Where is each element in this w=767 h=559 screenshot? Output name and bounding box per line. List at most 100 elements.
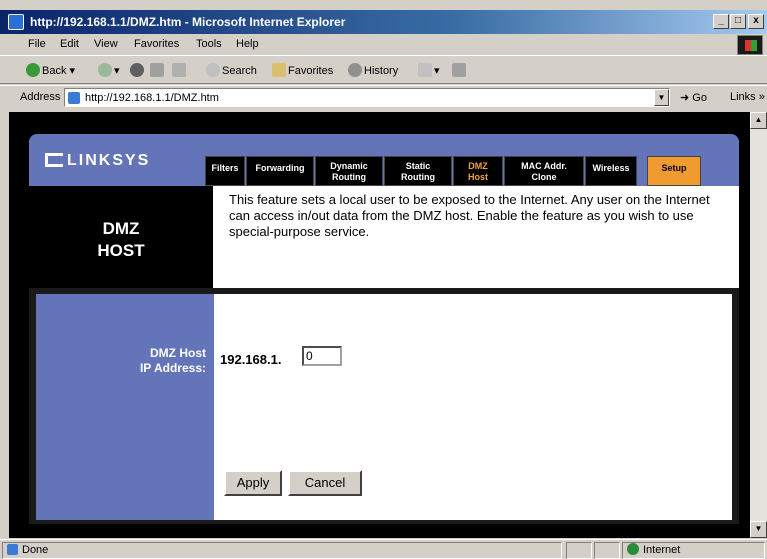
history-button[interactable]: History (348, 63, 398, 77)
favorites-label: Favorites (288, 65, 334, 77)
favorites-icon (272, 63, 286, 77)
history-icon (348, 63, 362, 77)
status-text-pane: Done (2, 542, 562, 559)
go-label: Go (692, 92, 707, 104)
tab-setup[interactable]: Setup (647, 156, 701, 186)
tab-static-routing-line1: Static (405, 161, 431, 171)
print-button[interactable] (452, 63, 468, 77)
address-label: Address (20, 91, 61, 103)
links-button[interactable]: Links » (730, 91, 765, 103)
tab-filters-label: Filters (211, 163, 239, 173)
address-dropdown-icon[interactable]: ▼ (654, 89, 669, 106)
tab-dynamic-routing[interactable]: Dynamic Routing (315, 156, 383, 186)
dmz-ip-label: DMZ Host IP Address: (140, 346, 206, 376)
home-button[interactable] (172, 63, 188, 77)
tab-forwarding-label: Forwarding (255, 163, 305, 173)
close-button[interactable]: x (748, 14, 764, 29)
status-pane-blank-1 (566, 542, 592, 559)
scroll-down-icon[interactable]: ▼ (750, 521, 767, 538)
page-viewport: LINKSYS Filters Forwarding Dynamic Routin… (9, 112, 750, 538)
windows-logo-icon (737, 35, 763, 55)
vertical-scrollbar[interactable]: ▲ ▼ (750, 112, 767, 538)
apply-button[interactable]: Apply (224, 470, 282, 496)
internet-globe-icon (627, 543, 639, 555)
menu-tools[interactable]: Tools (196, 38, 222, 50)
go-button[interactable]: ➜ Go (680, 91, 707, 104)
tab-static-routing[interactable]: Static Routing (384, 156, 452, 186)
section-title: DMZ HOST (29, 218, 213, 262)
minimize-button[interactable]: _ (713, 14, 729, 29)
label-column: DMZ Host IP Address: (36, 294, 214, 520)
address-url: http://192.168.1.1/DMZ.htm (85, 92, 219, 104)
mail-button[interactable]: ▾ (418, 63, 440, 77)
address-bar: Address http://192.168.1.1/DMZ.htm ▼ ➜ G… (0, 85, 767, 109)
search-label: Search (222, 65, 257, 77)
stop-button[interactable] (130, 63, 146, 77)
linksys-logo: LINKSYS (45, 152, 150, 170)
section-title-line2: HOST (97, 241, 145, 260)
search-icon (206, 63, 220, 77)
menu-help[interactable]: Help (236, 38, 259, 50)
menu-view[interactable]: View (94, 38, 118, 50)
tab-forwarding[interactable]: Forwarding (246, 156, 314, 186)
description-text: This feature sets a local user to be exp… (229, 192, 710, 239)
tab-dynamic-routing-line1: Dynamic (330, 161, 368, 171)
logo-mark-icon (45, 153, 63, 167)
search-button[interactable]: Search (206, 63, 257, 77)
refresh-icon (150, 63, 164, 77)
status-pane-blank-2 (594, 542, 620, 559)
links-label: Links (730, 91, 756, 103)
browser-window: http://192.168.1.1/DMZ.htm - Microsoft I… (0, 0, 767, 559)
window-title: http://192.168.1.1/DMZ.htm - Microsoft I… (30, 15, 346, 29)
menu-bar: File Edit View Favorites Tools Help (0, 34, 767, 56)
menu-favorites[interactable]: Favorites (134, 38, 179, 50)
dmz-ip-label-line1: DMZ Host (150, 346, 206, 360)
tab-filters[interactable]: Filters (205, 156, 245, 186)
section-title-line1: DMZ (102, 219, 140, 238)
mail-icon (418, 63, 432, 77)
field-column: 192.168.1. Apply Cancel (214, 294, 732, 520)
forward-button[interactable]: ▾ (98, 63, 120, 77)
tab-mac-clone-line2: Clone (531, 172, 557, 182)
menu-edit[interactable]: Edit (60, 38, 79, 50)
ip-prefix: 192.168.1. (220, 352, 282, 367)
title-bar: http://192.168.1.1/DMZ.htm - Microsoft I… (0, 10, 767, 34)
done-page-icon (7, 544, 18, 555)
status-bar: Done Internet (0, 539, 767, 559)
dmz-ip-input[interactable] (302, 346, 342, 366)
toolbar: Back ▾ ▾ Search Favorites History ▾ (0, 57, 767, 84)
tab-dynamic-routing-line2: Routing (332, 172, 366, 182)
section-header: DMZ HOST (29, 186, 213, 288)
tab-setup-label: Setup (661, 163, 687, 173)
home-icon (172, 63, 186, 77)
scroll-up-icon[interactable]: ▲ (750, 112, 767, 129)
tab-static-routing-line2: Routing (401, 172, 435, 182)
back-label: Back (42, 65, 67, 77)
cancel-button[interactable]: Cancel (288, 470, 362, 496)
tab-dmz-host-line2: Host (468, 172, 488, 182)
tab-mac-clone-line1: MAC Addr. (521, 161, 567, 171)
back-arrow-icon (26, 63, 40, 77)
tab-wireless-label: Wireless (592, 163, 630, 173)
address-field[interactable]: http://192.168.1.1/DMZ.htm ▼ (64, 88, 670, 107)
back-button[interactable]: Back ▾ (26, 63, 75, 77)
print-icon (452, 63, 466, 77)
description-panel: This feature sets a local user to be exp… (213, 186, 739, 288)
logo-text: LINKSYS (67, 152, 151, 169)
tab-dmz-host-line1: DMZ (468, 161, 488, 171)
refresh-button[interactable] (150, 63, 166, 77)
history-label: History (364, 65, 399, 77)
tab-mac-clone[interactable]: MAC Addr. Clone (504, 156, 584, 186)
favorites-button[interactable]: Favorites (272, 63, 333, 77)
page-icon (68, 92, 80, 104)
security-zone-pane: Internet (622, 542, 765, 559)
status-text: Done (22, 544, 49, 556)
maximize-button[interactable]: □ (730, 14, 746, 29)
forward-arrow-icon (98, 63, 112, 77)
ie-icon (8, 14, 24, 30)
form-frame: DMZ HostIP Address: 192.168.1. Apply Can… (29, 288, 739, 524)
tab-wireless[interactable]: Wireless (585, 156, 637, 186)
menu-file[interactable]: File (28, 38, 46, 50)
stop-icon (130, 63, 144, 77)
tab-dmz-host[interactable]: DMZ Host (453, 156, 503, 186)
